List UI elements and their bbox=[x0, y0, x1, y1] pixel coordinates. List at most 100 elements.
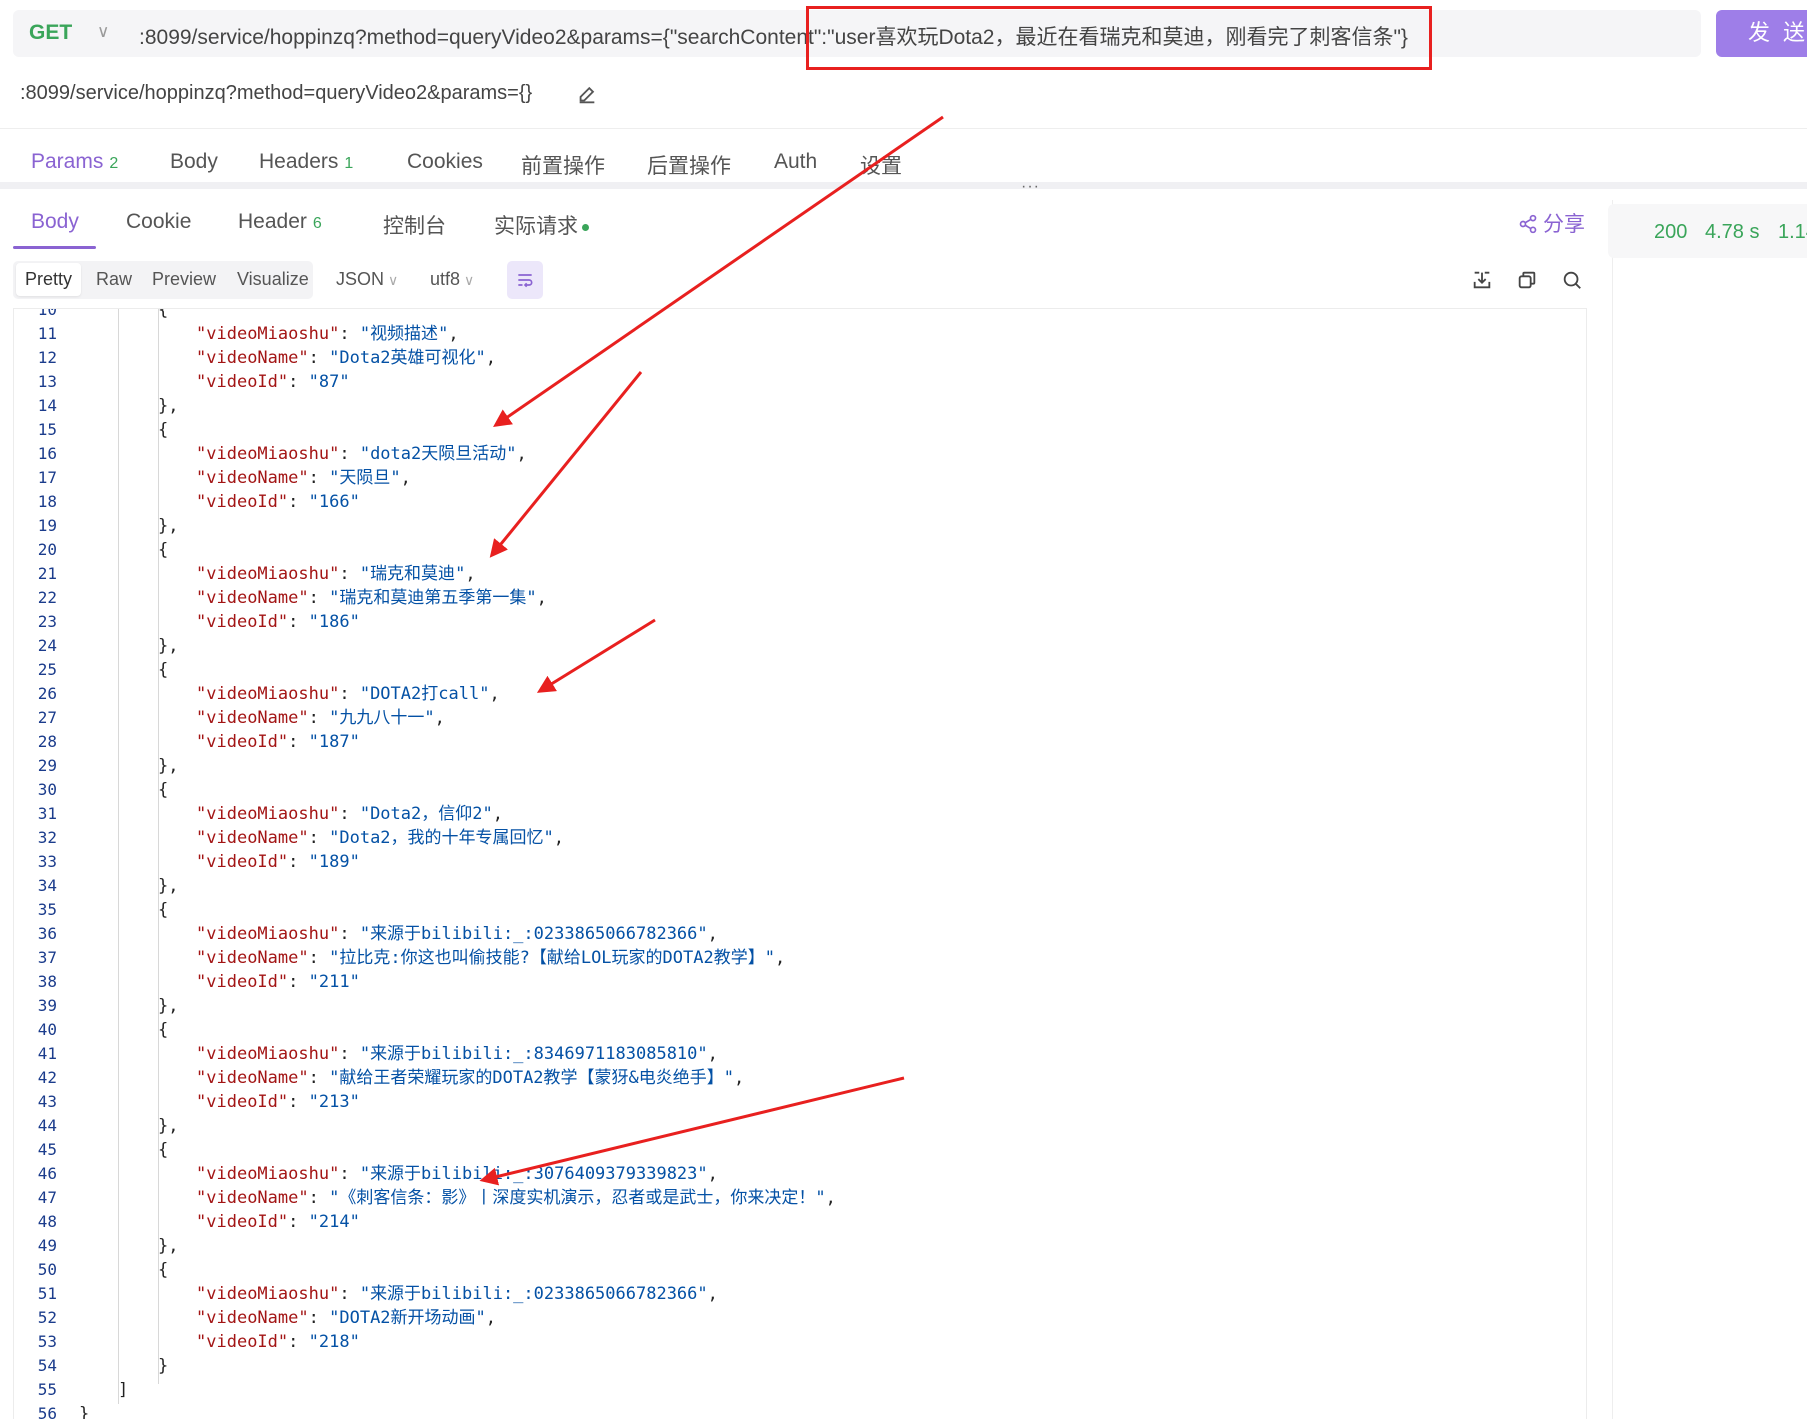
drag-handle-icon[interactable]: ··· bbox=[1021, 178, 1040, 196]
view-preview[interactable]: Preview bbox=[152, 269, 216, 290]
code-line: 26 "videoMiaoshu": "DOTA2打call", bbox=[14, 682, 1584, 706]
code-text: "videoName": "Dota2，我的十年专属回忆", bbox=[196, 828, 565, 848]
code-text: "videoName": "献给王者荣耀玩家的DOTA2教学【蒙犽&电炎绝手】"… bbox=[196, 1068, 745, 1088]
code-text: }, bbox=[158, 516, 179, 536]
line-number: 46 bbox=[37, 1164, 57, 1183]
code-text: } bbox=[158, 1356, 169, 1376]
send-button[interactable]: 发 送 bbox=[1716, 10, 1807, 57]
code-line: 45 { bbox=[14, 1138, 1584, 1162]
code-line: 49}, bbox=[14, 1234, 1584, 1258]
code-text: "videoName": "拉比克:你这也叫偷技能?【献给LOL玩家的DOTA2… bbox=[196, 948, 786, 968]
code-text: "videoMiaoshu": "来源于bilibili:_:023386506… bbox=[196, 924, 718, 944]
response-tab-2[interactable]: Header 6 bbox=[238, 210, 322, 234]
line-number: 22 bbox=[37, 588, 57, 607]
line-number: 25 bbox=[37, 660, 57, 679]
search-icon[interactable] bbox=[1561, 269, 1583, 291]
request-tab-5[interactable]: 后置操作 bbox=[647, 150, 731, 180]
tab-count-badge: 2 bbox=[109, 155, 119, 172]
view-visualize[interactable]: Visualize bbox=[237, 269, 309, 290]
request-tab-6[interactable]: Auth bbox=[774, 150, 817, 174]
line-number: 32 bbox=[37, 828, 57, 847]
json-key: videoName bbox=[206, 348, 299, 368]
json-key: videoId bbox=[206, 492, 278, 512]
code-text: "videoName": "DOTA2新开场动画", bbox=[196, 1308, 497, 1328]
request-tab-1[interactable]: Body bbox=[170, 150, 218, 174]
code-line: 32 "videoName": "Dota2，我的十年专属回忆", bbox=[14, 826, 1584, 850]
format-select[interactable]: JSON ∨ bbox=[336, 269, 398, 290]
code-line: 35 { bbox=[14, 898, 1584, 922]
json-key: videoName bbox=[206, 948, 299, 968]
tab-count-badge: 1 bbox=[344, 155, 354, 172]
response-tab-0[interactable]: Body bbox=[31, 210, 79, 234]
code-text: { bbox=[158, 1140, 169, 1160]
code-text: { bbox=[158, 900, 169, 920]
code-text: "videoId": "186" bbox=[196, 612, 360, 632]
line-number: 52 bbox=[37, 1308, 57, 1327]
word-wrap-button[interactable] bbox=[507, 261, 543, 299]
code-text: { bbox=[158, 1020, 169, 1040]
json-key: videoId bbox=[206, 732, 278, 752]
view-raw[interactable]: Raw bbox=[96, 269, 132, 290]
code-line: 27 "videoName": "九九八十一", bbox=[14, 706, 1584, 730]
json-key: videoMiaoshu bbox=[206, 1284, 330, 1304]
json-value: DOTA2新开场动画 bbox=[339, 1308, 476, 1328]
response-tab-1[interactable]: Cookie bbox=[126, 210, 191, 234]
json-key: videoName bbox=[206, 1308, 299, 1328]
copy-icon[interactable] bbox=[1516, 269, 1538, 291]
json-value: DOTA2打call bbox=[370, 684, 480, 704]
line-number: 40 bbox=[37, 1020, 57, 1039]
request-tab-0[interactable]: Params 2 bbox=[31, 150, 118, 174]
share-button[interactable]: 分享 bbox=[1518, 208, 1585, 238]
json-value: 87 bbox=[318, 372, 340, 392]
code-text: "videoId": "187" bbox=[196, 732, 360, 752]
response-tab-4[interactable]: 实际请求 bbox=[494, 210, 589, 240]
line-number: 21 bbox=[37, 564, 57, 583]
code-line: 19}, bbox=[14, 514, 1584, 538]
request-tab-7[interactable]: 设置 bbox=[860, 150, 902, 180]
method-select[interactable]: GET bbox=[29, 21, 72, 45]
json-value: 218 bbox=[318, 1332, 350, 1352]
line-number: 29 bbox=[37, 756, 57, 775]
line-number: 14 bbox=[37, 396, 57, 415]
code-line: 14}, bbox=[14, 394, 1584, 418]
request-tab-3[interactable]: Cookies bbox=[407, 150, 483, 174]
line-number: 55 bbox=[37, 1380, 57, 1399]
json-key: videoId bbox=[206, 372, 278, 392]
view-pretty[interactable]: Pretty bbox=[16, 263, 82, 296]
json-value: 186 bbox=[318, 612, 350, 632]
json-value: 来源于bilibili:_:0233865066782366 bbox=[370, 1284, 698, 1304]
line-number: 43 bbox=[37, 1092, 57, 1111]
code-text: "videoId": "213" bbox=[196, 1092, 360, 1112]
response-tab-3[interactable]: 控制台 bbox=[383, 210, 446, 240]
code-line: 15 { bbox=[14, 418, 1584, 442]
encoding-select[interactable]: utf8 ∨ bbox=[430, 269, 474, 290]
json-key: videoName bbox=[206, 468, 299, 488]
status-code: 200 bbox=[1654, 221, 1688, 243]
json-value: 瑞克和莫迪第五季第一集 bbox=[339, 588, 527, 608]
json-value: Dota2英雄可视化 bbox=[339, 348, 476, 368]
code-line: 56} bbox=[14, 1402, 1584, 1419]
code-text: "videoName": "《刺客信条：影》丨深度实机演示，忍者或是武士，你来决… bbox=[196, 1188, 836, 1208]
json-key: videoMiaoshu bbox=[206, 1044, 330, 1064]
code-text: }, bbox=[158, 396, 179, 416]
response-body-viewer[interactable]: 10 {11 "videoMiaoshu": "视频描述", 12 "videoName… bbox=[13, 308, 1587, 1419]
chevron-down-icon[interactable]: ∨ bbox=[97, 22, 109, 42]
line-number: 17 bbox=[37, 468, 57, 487]
edit-icon[interactable] bbox=[576, 84, 598, 106]
json-key: videoId bbox=[206, 1212, 278, 1232]
request-tab-4[interactable]: 前置操作 bbox=[521, 150, 605, 180]
code-text: "videoMiaoshu": "来源于bilibili:_:834697118… bbox=[196, 1044, 718, 1064]
code-line: 24}, bbox=[14, 634, 1584, 658]
response-size: 1.14 bbox=[1778, 221, 1807, 243]
code-text: "videoMiaoshu": "视频描述", bbox=[196, 324, 459, 344]
json-value: dota2天陨旦活动 bbox=[370, 444, 507, 464]
line-number: 24 bbox=[37, 636, 57, 655]
code-text: "videoName": "瑞克和莫迪第五季第一集", bbox=[196, 588, 547, 608]
download-icon[interactable] bbox=[1471, 269, 1493, 291]
code-text: "videoMiaoshu": "来源于bilibili:_:307640937… bbox=[196, 1164, 718, 1184]
code-line: 40 { bbox=[14, 1018, 1584, 1042]
request-tab-2[interactable]: Headers 1 bbox=[259, 150, 353, 174]
panel-splitter[interactable] bbox=[0, 182, 1807, 189]
line-number: 11 bbox=[37, 324, 57, 343]
code-line: 28 "videoId": "187" bbox=[14, 730, 1584, 754]
